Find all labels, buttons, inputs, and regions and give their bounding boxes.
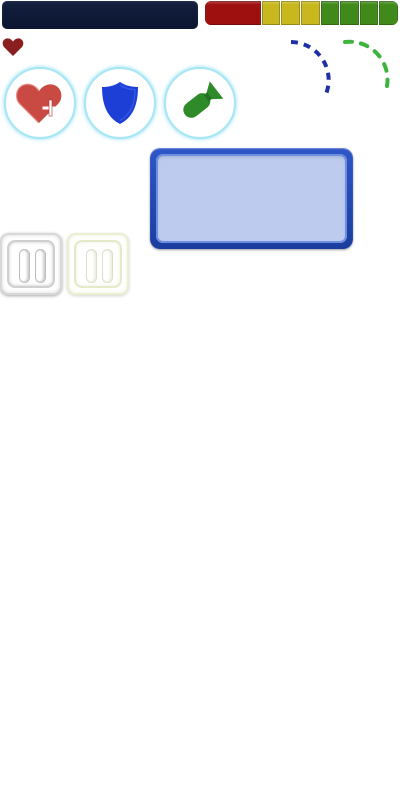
health-segment-high	[359, 1, 379, 25]
pause-button-faded[interactable]	[67, 233, 129, 295]
pause-bar-left	[86, 249, 97, 283]
health-segment-mid	[261, 1, 281, 25]
message-panel-screen	[156, 154, 347, 243]
bomb-icon	[183, 81, 224, 118]
bomb-powerup-button[interactable]	[164, 67, 236, 139]
cooldown-arc-right	[343, 39, 390, 88]
game-hud	[0, 0, 400, 800]
health-segment-high	[320, 1, 340, 25]
pause-icon	[74, 240, 122, 288]
cooldown-arc-left	[290, 40, 331, 95]
heart-icon	[2, 38, 24, 56]
heart-plus-icon	[15, 83, 62, 124]
health-segment-high	[340, 1, 359, 25]
health-segment-mid	[281, 1, 300, 25]
health-segment-low	[205, 1, 261, 25]
message-panel	[150, 148, 353, 249]
health-segment-mid	[300, 1, 320, 25]
pause-bar-right	[35, 249, 46, 283]
health-segment-high	[379, 1, 398, 25]
shield-icon	[102, 82, 138, 124]
pause-bar-right	[102, 249, 113, 283]
pause-bar-left	[19, 249, 30, 283]
heal-powerup-button[interactable]	[4, 67, 76, 139]
health-bar	[205, 1, 398, 25]
shield-powerup-button[interactable]	[84, 67, 156, 139]
pause-button[interactable]	[0, 233, 62, 295]
pause-icon	[7, 240, 55, 288]
score-bar	[2, 1, 198, 29]
